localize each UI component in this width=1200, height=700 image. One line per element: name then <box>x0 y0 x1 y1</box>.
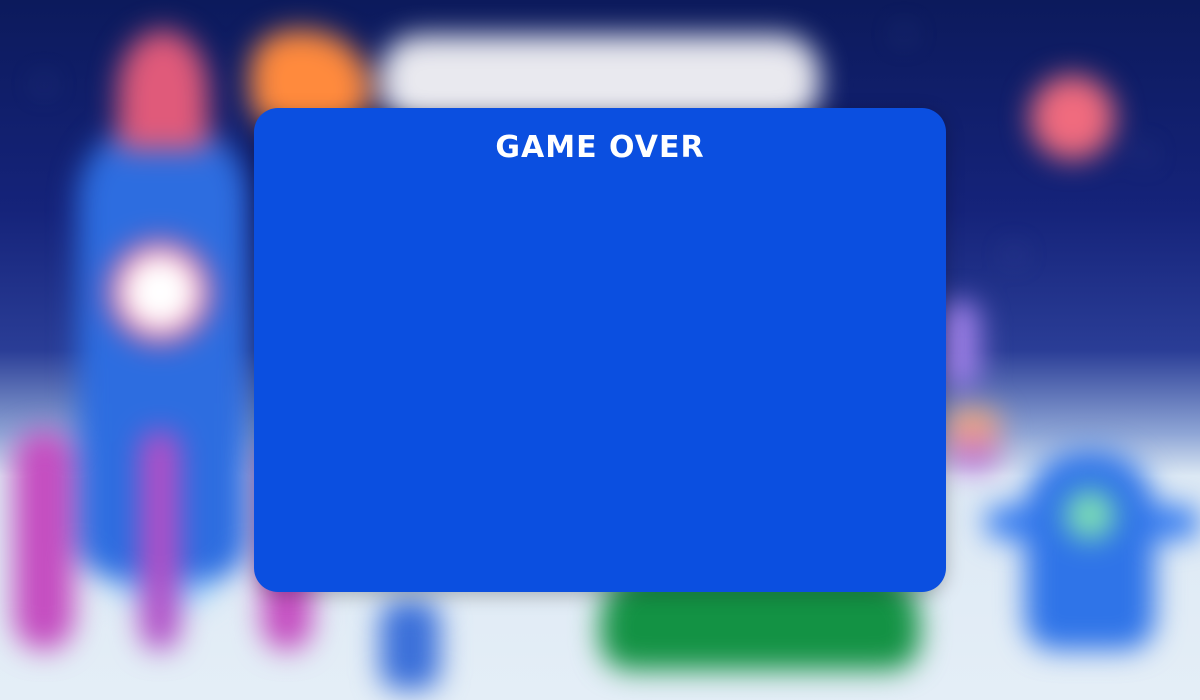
star-icon <box>40 80 48 88</box>
rocket-fin-middle <box>140 430 180 650</box>
star-icon <box>1010 250 1018 258</box>
small-figure <box>380 600 440 690</box>
rocket-fin-left <box>14 430 74 650</box>
game-screen: GAME OVER <box>0 0 1200 700</box>
game-over-title: GAME OVER <box>495 130 705 165</box>
purple-shape <box>940 300 980 390</box>
alien-character <box>1025 450 1155 650</box>
game-over-dialog <box>254 108 946 592</box>
rainbow-shape <box>945 410 1000 470</box>
alien-eye <box>1065 490 1115 540</box>
star-icon <box>900 30 908 38</box>
rocket-window <box>108 240 212 344</box>
